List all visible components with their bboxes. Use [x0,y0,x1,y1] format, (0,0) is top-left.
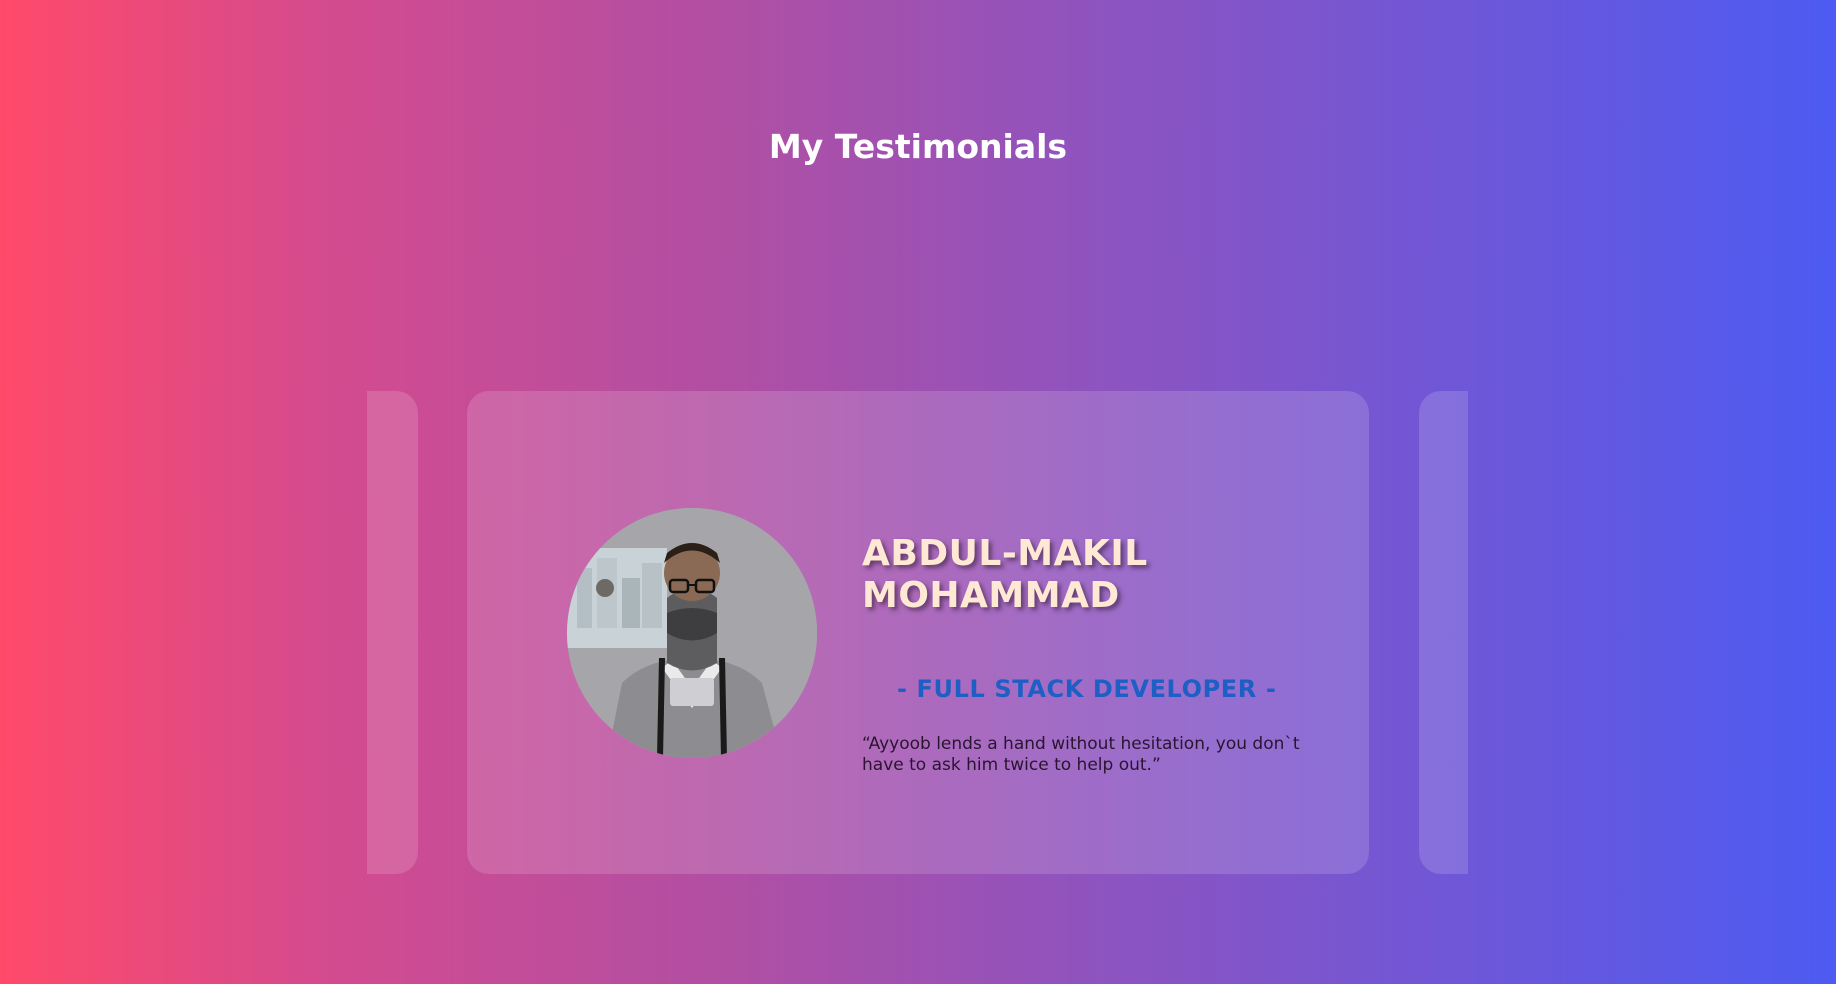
person-name: ABDUL-MAKIL MOHAMMAD [862,533,1148,616]
next-testimonial-card[interactable] [1419,391,1468,874]
testimonial-quote: “Ayyoob lends a hand without hesitation,… [862,734,1300,775]
person-role: - FULL STACK DEVELOPER - [897,675,1277,703]
active-testimonial-card: ABDUL-MAKIL MOHAMMAD - FULL STACK DEVELO… [467,391,1369,874]
avatar [567,508,817,758]
testimonial-text: ABDUL-MAKIL MOHAMMAD - FULL STACK DEVELO… [862,533,1322,776]
previous-testimonial-card[interactable] [367,391,418,874]
person-photo-icon [567,508,817,758]
section-title: My Testimonials [768,127,1068,166]
testimonial-carousel[interactable]: ABDUL-MAKIL MOHAMMAD - FULL STACK DEVELO… [367,391,1468,874]
